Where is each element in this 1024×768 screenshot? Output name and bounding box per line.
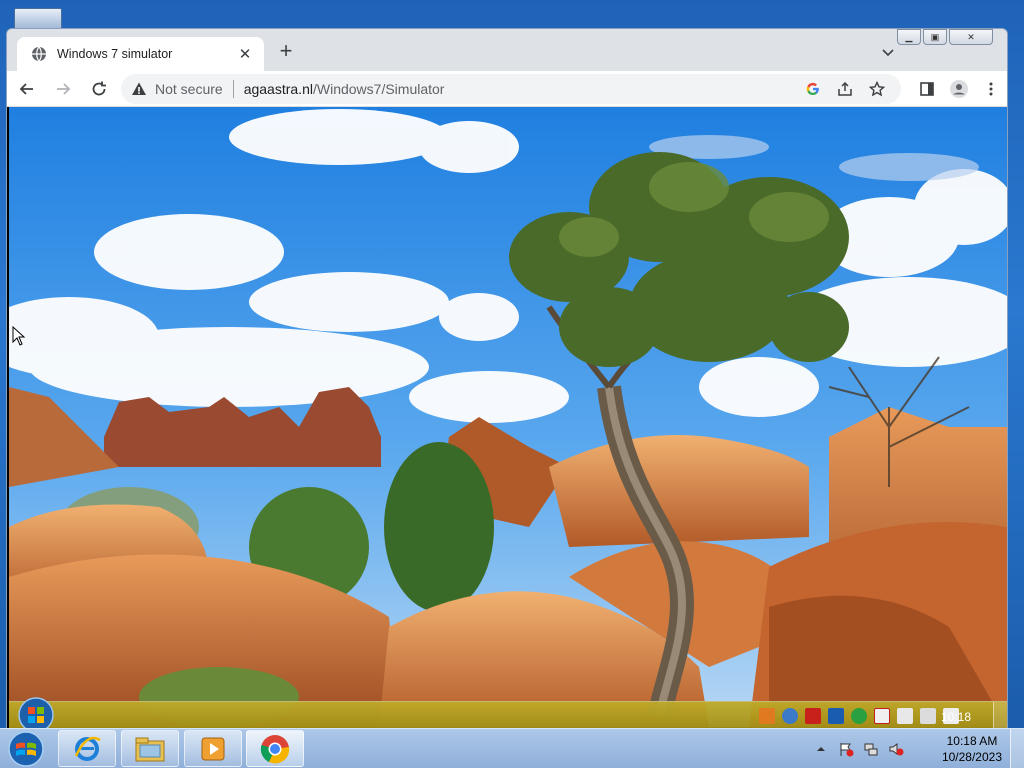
tab-search-chevron-icon[interactable] [881,45,895,59]
avatar-icon [950,79,968,98]
back-arrow-icon [19,82,33,95]
warning-icon[interactable] [131,81,147,97]
share-icon [838,81,852,96]
security-label[interactable]: Not secure [155,81,223,97]
new-tab-button[interactable]: + [275,40,297,63]
window-controls: ▁ ▣ ✕ [895,29,993,45]
back-button[interactable] [11,73,43,105]
profile-button[interactable] [943,73,975,105]
browser-window: Windows 7 simulator ✕ + ▁ ▣ ✕ Not secure… [6,28,1008,730]
taskbar: 10:18 AM 10/28/2023 [0,728,1024,768]
minimize-button[interactable]: ▁ [897,29,921,45]
side-panel-button[interactable] [911,73,943,105]
forward-button[interactable] [47,73,79,105]
show-hidden-icons-icon[interactable] [813,741,829,757]
desktop-wallpaper [9,107,1007,727]
check-tray-icon[interactable] [851,708,867,724]
taskbar-internet-explorer[interactable] [58,730,116,767]
inner-system-tray [752,708,959,724]
tab-title: Windows 7 simulator [57,47,173,61]
device-tray-icon[interactable] [897,708,913,724]
tab-windows7-simulator[interactable]: Windows 7 simulator ✕ [17,37,264,71]
app-tray-icon-1[interactable] [759,708,775,724]
system-tray [804,741,904,757]
taskbar-chrome[interactable] [246,730,304,767]
google-lens-button[interactable] [799,75,827,103]
url-path: /Windows7/Simulator [312,80,445,97]
forward-arrow-icon [57,82,71,95]
side-panel-icon [920,81,934,96]
start-button[interactable] [4,729,48,768]
url-domain: agaastra.nl [243,80,313,97]
media-player-icon [201,737,225,760]
inner-show-desktop-button[interactable] [993,702,1007,729]
taskbar-file-explorer[interactable] [121,730,179,767]
network-monitor-tray-icon[interactable] [920,708,936,724]
share-button[interactable] [831,75,859,103]
inner-start-orb-icon[interactable] [17,696,55,729]
file-explorer-icon [135,737,165,761]
menu-button[interactable] [975,73,1007,105]
google-g-icon [806,82,819,95]
web-page-content[interactable]: 10:18 [7,107,1007,729]
reload-icon [92,81,106,95]
star-icon [869,80,885,96]
desktop-icon-partial[interactable] [14,8,62,30]
show-desktop-button[interactable] [1010,729,1024,768]
inner-clock[interactable]: 10:18 [941,710,971,724]
taskbar-clock[interactable]: 10:18 AM 10/28/2023 [942,733,1002,765]
tab-strip: Windows 7 simulator ✕ + ▁ ▣ ✕ [7,29,1007,71]
volume-muted-icon[interactable] [888,741,904,757]
flag-tray-icon[interactable] [874,708,890,724]
chrome-icon [260,734,290,763]
bookmark-button[interactable] [863,75,891,103]
internet-explorer-icon [74,736,101,761]
globe-icon [32,46,46,62]
kebab-menu-icon [989,82,993,95]
outlook-tray-icon[interactable] [828,708,844,724]
inner-taskbar: 10:18 [9,697,1007,729]
action-center-flag-icon[interactable] [838,741,854,757]
reload-button[interactable] [83,73,115,105]
mouse-cursor-icon [12,326,26,346]
network-tray-icon[interactable] [782,708,798,724]
taskbar-media-player[interactable] [184,730,242,767]
address-bar[interactable]: Not secure agaastra.nl/Windows7/Simulato… [121,73,901,104]
clock-date: 10/28/2023 [941,750,1002,764]
close-button[interactable]: ✕ [949,29,993,45]
tab-close-icon[interactable]: ✕ [236,45,254,63]
network-icon[interactable] [863,741,879,757]
omnibox-separator [232,79,234,98]
toolbar-right [911,73,1007,105]
browser-toolbar: Not secure agaastra.nl/Windows7/Simulato… [7,71,1007,107]
pdf-tray-icon[interactable] [805,708,821,724]
clock-time: 10:18 AM [946,734,998,748]
maximize-button[interactable]: ▣ [923,29,947,45]
windows-orb-icon [8,731,44,767]
